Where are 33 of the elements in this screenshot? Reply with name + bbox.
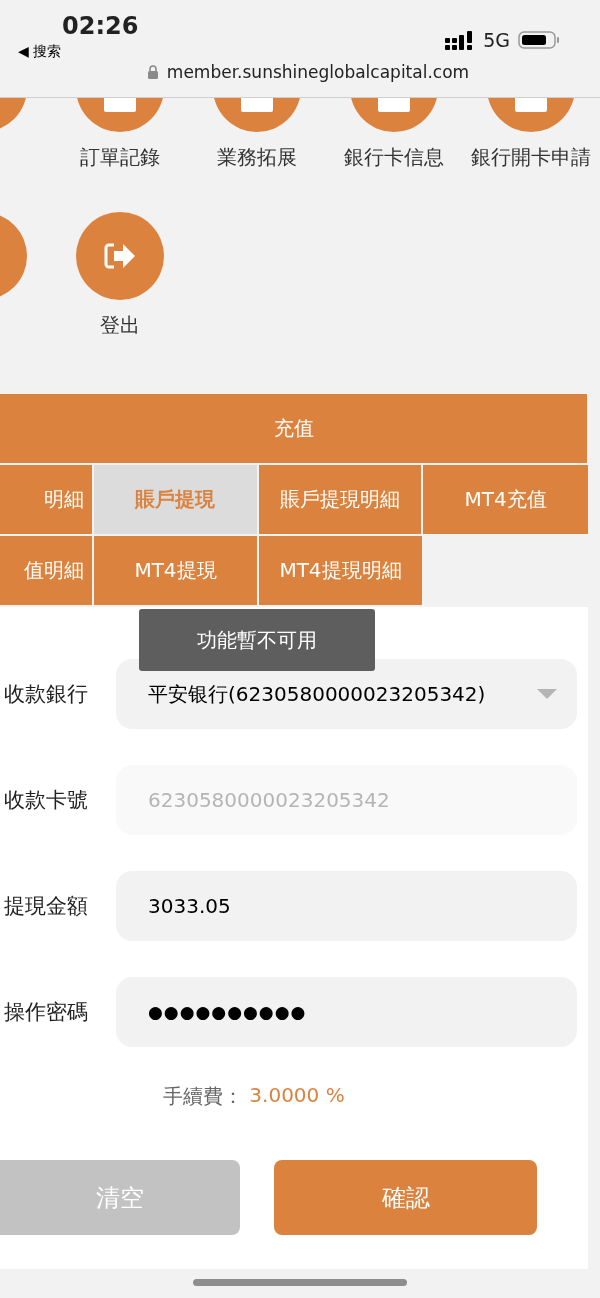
menu-label: 銀行卡信息 — [343, 144, 444, 171]
password-field[interactable]: ●●●●●●●●●● — [116, 977, 577, 1047]
menu-label: 登出 — [99, 312, 140, 339]
menu-label: 銀行開卡申請 — [470, 144, 591, 171]
card-number-field: 6230580000023205342 — [116, 765, 577, 835]
tab[interactable]: MT4充值 — [423, 465, 588, 534]
network-label: 5G — [483, 29, 510, 51]
bank-select[interactable]: 平安银行(6230580000023205342) — [116, 659, 577, 729]
amount-field[interactable]: 3033.05 — [116, 871, 577, 941]
confirm-button[interactable]: 確認 — [274, 1160, 537, 1235]
url-text: member.sunshineglobalcapital.com — [166, 62, 470, 82]
tab[interactable]: 賬戶提現 — [93, 465, 257, 534]
tab[interactable]: 值明細 — [0, 536, 92, 605]
fee-value: 3.0000 % — [249, 1083, 345, 1109]
tab[interactable]: 明細 — [0, 465, 92, 534]
status-time: 02:26 — [62, 12, 139, 40]
fee-label: 手續費： — [163, 1083, 244, 1110]
field-label: 操作密碼 — [3, 999, 89, 1026]
field-label: 提現金額 — [3, 893, 89, 920]
field-label: 收款銀行 — [3, 681, 89, 708]
logout-icon — [102, 242, 137, 270]
field-label: 收款卡號 — [3, 787, 89, 814]
back-link[interactable]: ◀ 搜索 — [18, 40, 139, 62]
battery-icon — [518, 30, 560, 50]
lock-icon — [146, 65, 159, 79]
tab[interactable]: 充值 — [0, 394, 587, 463]
unavailable-toast: 功能暫不可用 — [139, 609, 375, 671]
tab[interactable]: MT4提現 — [94, 536, 257, 605]
caret-icon — [537, 689, 557, 699]
menu-label: 訂單記錄 — [79, 144, 160, 171]
tab[interactable]: 賬戶提現明細 — [258, 465, 422, 534]
menu-label: 業務拓展 — [216, 144, 297, 171]
tab[interactable]: MT4提現明細 — [259, 536, 422, 605]
